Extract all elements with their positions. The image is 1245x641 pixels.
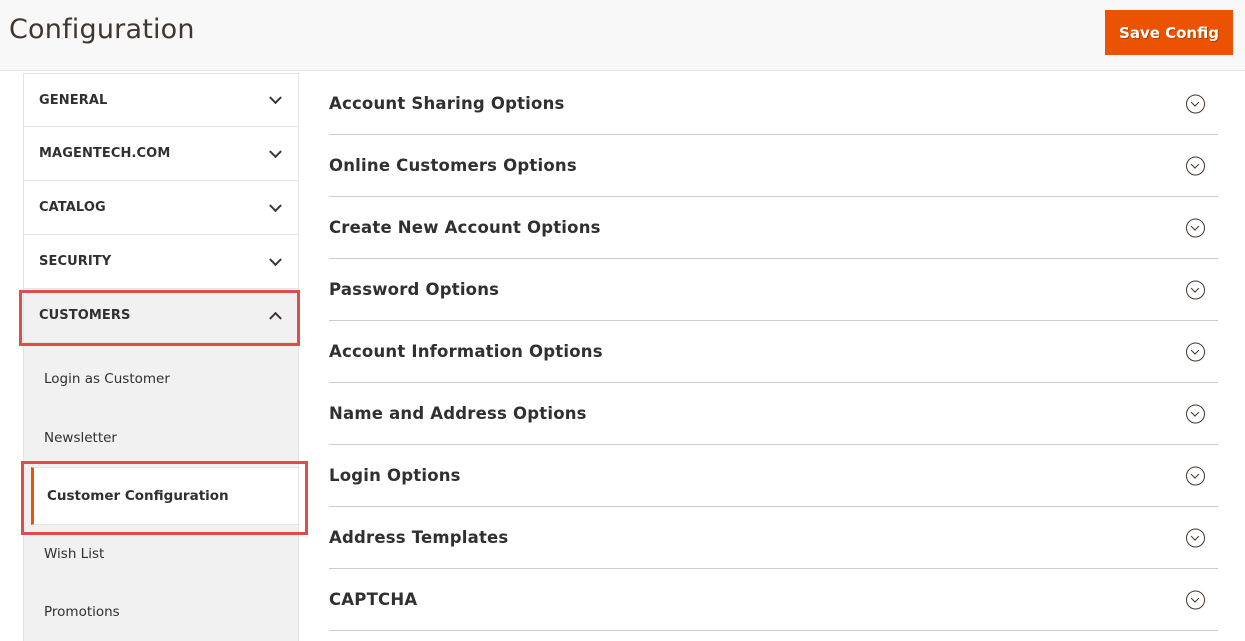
- chevron-up-icon: [269, 311, 282, 325]
- config-sections: Account Sharing Options Online Customers…: [329, 73, 1218, 631]
- section-title: Address Templates: [329, 528, 509, 547]
- sidebar-item-customer-configuration[interactable]: Customer Configuration: [31, 467, 298, 525]
- chevron-down-icon: [269, 91, 282, 105]
- sidebar-tab-label: CUSTOMERS: [39, 308, 131, 323]
- chevron-down-icon: [269, 252, 282, 266]
- page-header: Configuration Save Config: [0, 0, 1245, 71]
- section-title: Login Options: [329, 466, 461, 485]
- sidebar-tab-security[interactable]: SECURITY: [23, 235, 299, 289]
- chevron-down-icon: [269, 144, 282, 158]
- expand-circle-icon: [1186, 342, 1205, 361]
- config-sidebar: GENERAL MAGENTECH.COM CATALOG SECURITY C…: [23, 73, 299, 641]
- section-title: Name and Address Options: [329, 404, 587, 423]
- save-config-button[interactable]: Save Config: [1105, 10, 1233, 55]
- section-captcha[interactable]: CAPTCHA: [329, 569, 1218, 631]
- section-title: Account Sharing Options: [329, 94, 565, 113]
- sidebar-tab-label: GENERAL: [39, 92, 108, 108]
- expand-circle-icon: [1186, 466, 1205, 485]
- sidebar-item-label: Wish List: [44, 546, 105, 562]
- section-title: Password Options: [329, 280, 500, 299]
- section-title: CAPTCHA: [329, 590, 418, 609]
- section-title: Online Customers Options: [329, 156, 577, 175]
- section-online-customers-options[interactable]: Online Customers Options: [329, 135, 1218, 197]
- section-password-options[interactable]: Password Options: [329, 259, 1218, 321]
- sidebar-item-wish-list[interactable]: Wish List: [24, 525, 298, 583]
- page-title: Configuration: [9, 14, 195, 45]
- section-title: Create New Account Options: [329, 218, 601, 237]
- section-title: Account Information Options: [329, 342, 603, 361]
- section-login-options[interactable]: Login Options: [329, 445, 1218, 507]
- sidebar-tab-catalog[interactable]: CATALOG: [23, 181, 299, 235]
- sidebar-tab-label: MAGENTECH.COM: [39, 146, 171, 161]
- section-address-templates[interactable]: Address Templates: [329, 507, 1218, 569]
- sidebar-tab-general[interactable]: GENERAL: [23, 73, 299, 127]
- customers-subitems: Login as Customer Newsletter Customer Co…: [23, 343, 299, 641]
- expand-circle-icon: [1186, 156, 1205, 175]
- section-account-information-options[interactable]: Account Information Options: [329, 321, 1218, 383]
- expand-circle-icon: [1186, 404, 1205, 423]
- expand-circle-icon: [1186, 280, 1205, 299]
- sidebar-item-label: Login as Customer: [44, 371, 170, 387]
- sidebar-item-promotions[interactable]: Promotions: [24, 583, 298, 641]
- sidebar-tab-customers[interactable]: CUSTOMERS: [23, 289, 299, 343]
- chevron-down-icon: [269, 198, 282, 212]
- section-name-and-address-options[interactable]: Name and Address Options: [329, 383, 1218, 445]
- sidebar-item-label: Promotions: [44, 604, 120, 620]
- sidebar-item-label: Customer Configuration: [47, 488, 229, 504]
- sidebar-tab-label: SECURITY: [39, 254, 112, 269]
- sidebar-tab-label: CATALOG: [39, 200, 106, 215]
- section-account-sharing-options[interactable]: Account Sharing Options: [329, 73, 1218, 135]
- section-create-new-account-options[interactable]: Create New Account Options: [329, 197, 1218, 259]
- sidebar-tab-magentech[interactable]: MAGENTECH.COM: [23, 127, 299, 181]
- sidebar-item-newsletter[interactable]: Newsletter: [24, 409, 298, 467]
- sidebar-item-login-as-customer[interactable]: Login as Customer: [24, 343, 298, 409]
- expand-circle-icon: [1186, 218, 1205, 237]
- expand-circle-icon: [1186, 590, 1205, 609]
- expand-circle-icon: [1186, 94, 1205, 113]
- expand-circle-icon: [1186, 528, 1205, 547]
- sidebar-item-label: Newsletter: [44, 430, 117, 446]
